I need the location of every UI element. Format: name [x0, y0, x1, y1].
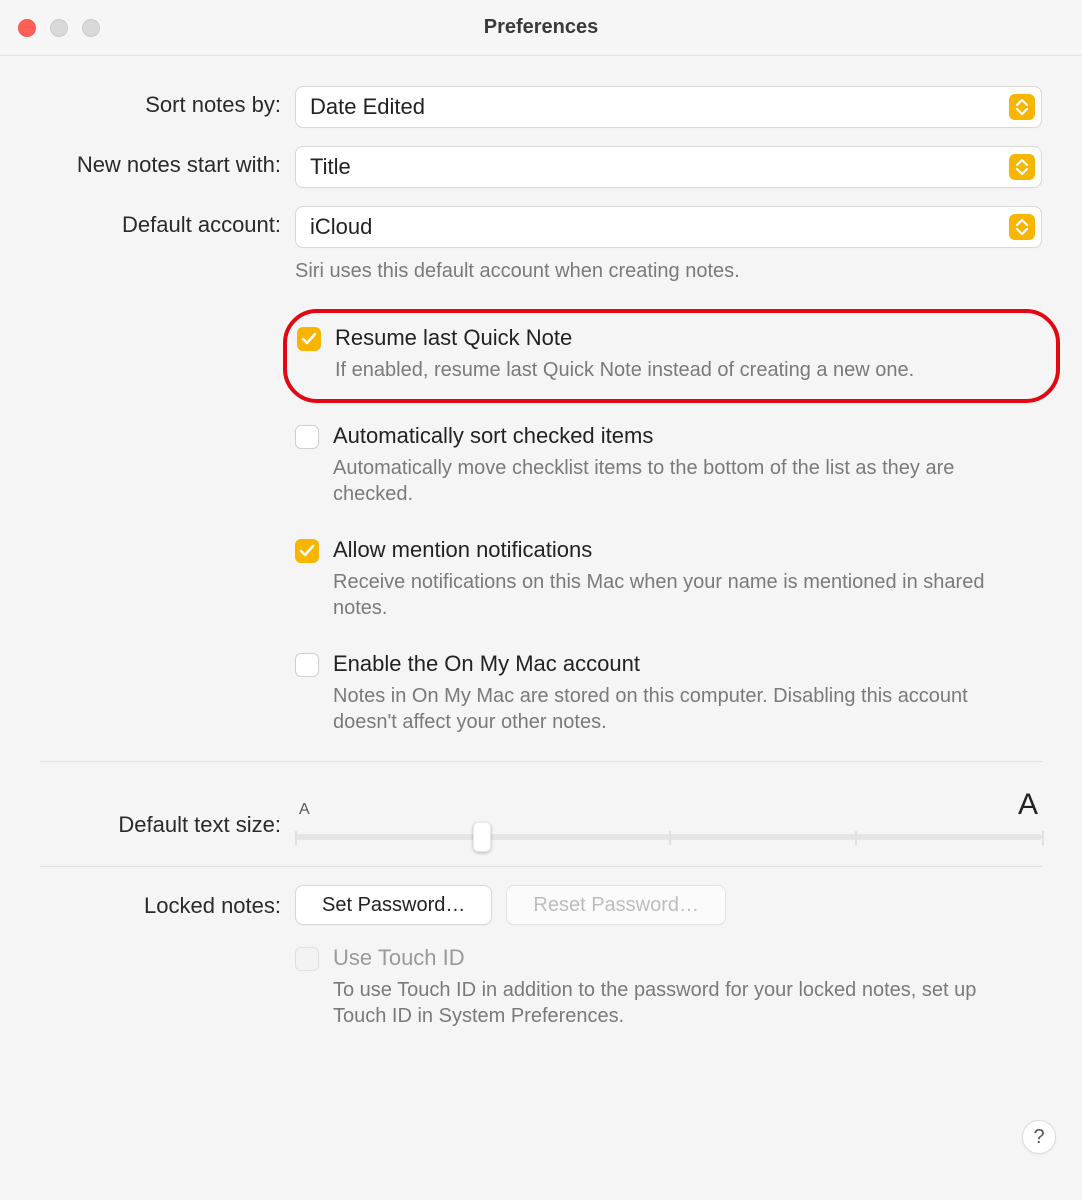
desc-allow-mentions: Receive notifications on this Mac when y… — [333, 569, 1012, 621]
reset-password-button-label: Reset Password… — [533, 894, 699, 917]
label-use-touch-id: Use Touch ID — [333, 945, 465, 971]
reset-password-button: Reset Password… — [506, 885, 726, 925]
label-allow-mentions: Allow mention notifications — [333, 537, 592, 563]
select-new-notes-start-with[interactable]: Title — [295, 146, 1042, 188]
checkbox-allow-mentions[interactable] — [295, 539, 319, 563]
help-icon: ? — [1033, 1126, 1044, 1149]
label-on-my-mac: Enable the On My Mac account — [333, 651, 640, 677]
select-new-notes-start-with-value: Title — [310, 154, 351, 180]
highlight-annotation: Resume last Quick Note If enabled, resum… — [283, 309, 1060, 403]
set-password-button-label: Set Password… — [322, 894, 465, 917]
text-size-marker-large: A — [1018, 788, 1038, 822]
label-default-text-size: Default text size: — [40, 782, 295, 838]
desc-auto-sort-checked: Automatically move checklist items to th… — [333, 455, 1012, 507]
updown-icon — [1009, 154, 1035, 180]
window-title: Preferences — [0, 16, 1082, 39]
label-new-notes-start-with: New notes start with: — [40, 146, 295, 178]
text-size-slider[interactable] — [295, 834, 1042, 840]
checkbox-use-touch-id — [295, 947, 319, 971]
select-default-account-value: iCloud — [310, 214, 372, 240]
zoom-button — [82, 19, 100, 37]
minimize-button — [50, 19, 68, 37]
label-locked-notes: Locked notes: — [40, 885, 295, 919]
titlebar: Preferences — [0, 0, 1082, 56]
label-sort-notes-by: Sort notes by: — [40, 86, 295, 118]
traffic-lights — [18, 19, 100, 37]
updown-icon — [1009, 214, 1035, 240]
close-button[interactable] — [18, 19, 36, 37]
select-sort-notes-by-value: Date Edited — [310, 94, 425, 120]
text-size-slider-thumb[interactable] — [473, 822, 491, 852]
desc-use-touch-id: To use Touch ID in addition to the passw… — [333, 977, 1012, 1029]
label-default-account: Default account: — [40, 206, 295, 238]
checkbox-resume-quick-note[interactable] — [297, 327, 321, 351]
checkbox-on-my-mac[interactable] — [295, 653, 319, 677]
label-auto-sort-checked: Automatically sort checked items — [333, 423, 653, 449]
divider — [40, 866, 1042, 867]
help-button[interactable]: ? — [1022, 1120, 1056, 1154]
label-resume-quick-note: Resume last Quick Note — [335, 325, 572, 351]
default-account-hint: Siri uses this default account when crea… — [295, 258, 1042, 285]
divider — [40, 761, 1042, 762]
updown-icon — [1009, 94, 1035, 120]
desc-on-my-mac: Notes in On My Mac are stored on this co… — [333, 683, 1012, 735]
text-size-marker-small: A — [299, 801, 310, 819]
select-default-account[interactable]: iCloud — [295, 206, 1042, 248]
set-password-button[interactable]: Set Password… — [295, 885, 492, 925]
desc-resume-quick-note: If enabled, resume last Quick Note inste… — [335, 357, 1032, 383]
checkbox-auto-sort-checked[interactable] — [295, 425, 319, 449]
select-sort-notes-by[interactable]: Date Edited — [295, 86, 1042, 128]
